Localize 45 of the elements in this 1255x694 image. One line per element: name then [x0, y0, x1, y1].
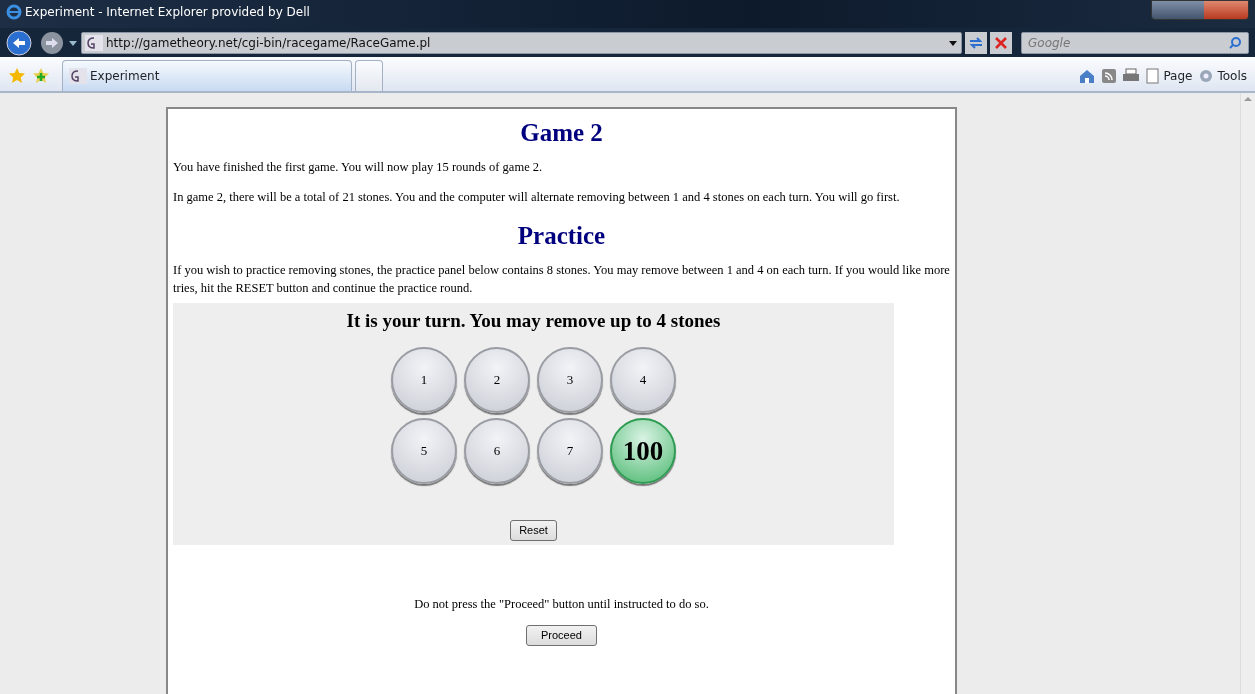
- page-icon: [1146, 68, 1161, 84]
- add-favorite-icon[interactable]: [32, 67, 50, 85]
- dropdown-icon[interactable]: [68, 38, 78, 47]
- close-button[interactable]: [1204, 1, 1248, 19]
- address-field[interactable]: http://gametheory.net/cgi-bin/racegame/RaceGame.pl: [81, 31, 962, 54]
- turn-status: It is your turn. You may remove up to 4 stones: [346, 308, 721, 333]
- stone-button[interactable]: 6: [464, 418, 530, 484]
- paragraph-text: In game 2, there will be a total of 21 stones. You and the computer will alternate removing between 1 and 4 stones on each turn. You will go first.: [173, 189, 901, 207]
- stop-button[interactable]: [990, 31, 1012, 54]
- stone-button[interactable]: 100: [610, 418, 676, 484]
- notice-text: Do not press the "Proceed" button until instructed to do so.: [413, 595, 710, 613]
- browser-logo-icon: [6, 4, 22, 20]
- stone-button[interactable]: 2: [464, 347, 530, 413]
- browser-tab[interactable]: Experiment: [62, 60, 352, 91]
- favorites-star-icon[interactable]: [8, 67, 26, 85]
- practice-instructions: If you wish to practice removing stones, the practice panel below contains 8 stones. You may remove between 1 and 4 on each turn. If you would like more tries, hit the RESET button and continue the practice round.: [173, 261, 950, 297]
- reset-button[interactable]: Reset: [510, 520, 557, 541]
- stone-button[interactable]: 3: [537, 347, 603, 413]
- refresh-button[interactable]: [965, 31, 987, 54]
- stone-button[interactable]: 4: [610, 347, 676, 413]
- url-text: http://gametheory.net/cgi-bin/racegame/RaceGame.pl: [106, 34, 431, 52]
- minimize-button[interactable]: [1152, 1, 1178, 19]
- stone-button[interactable]: 1: [391, 347, 457, 413]
- stone-button[interactable]: 7: [537, 418, 603, 484]
- print-icon[interactable]: [1122, 68, 1141, 84]
- section-heading: Practice: [516, 221, 607, 251]
- feed-icon[interactable]: [1102, 69, 1117, 83]
- restore-button[interactable]: [1178, 1, 1204, 19]
- site-icon: [85, 34, 103, 51]
- gear-icon: [1198, 68, 1215, 84]
- proceed-button[interactable]: Proceed: [526, 625, 597, 646]
- command-menu[interactable]: Tools: [1198, 67, 1247, 85]
- paragraph-text: You have finished the first game. You will now play 15 rounds of game 2.: [173, 158, 544, 176]
- window-title: Experiment - Internet Explorer provided by Dell: [25, 4, 310, 21]
- search-placeholder: Google: [1028, 34, 1071, 52]
- stone-button[interactable]: 5: [391, 418, 457, 484]
- scroll-up-icon[interactable]: [1244, 96, 1252, 102]
- dropdown-icon[interactable]: [948, 38, 958, 47]
- browser-tab[interactable]: [355, 60, 383, 91]
- search-icon[interactable]: [1228, 35, 1242, 50]
- forward-button[interactable]: [39, 29, 65, 56]
- home-icon[interactable]: [1078, 68, 1097, 84]
- page-heading: Game 2: [519, 118, 604, 148]
- site-icon: [69, 68, 87, 84]
- command-menu[interactable]: Page: [1146, 67, 1193, 85]
